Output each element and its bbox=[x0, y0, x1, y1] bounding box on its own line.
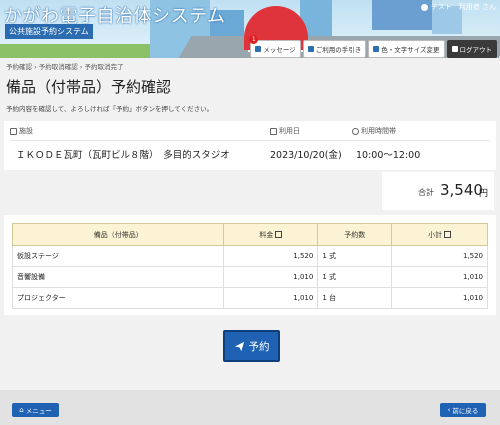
equipment-table: 備品（付帯品） 料金 予約数 小計 仮設ステージ 1,520 1 式 1,520… bbox=[11, 223, 488, 309]
footer-bar: ⌂ メニュー ‹ 前に戻る bbox=[0, 390, 500, 425]
display-settings-button[interactable]: 色・文字サイズ変更 bbox=[368, 40, 445, 58]
menu-button[interactable]: ⌂ メニュー bbox=[12, 403, 59, 417]
total-box: 合計 3,540 円 bbox=[382, 172, 494, 210]
header-buttons: 1 メッセージ ご利用の手引き 色・文字サイズ変更 ログアウト bbox=[249, 35, 497, 58]
cell-item: 音響設備 bbox=[11, 266, 225, 288]
palette-icon bbox=[373, 46, 380, 52]
column-header-subtotal[interactable]: 小計 bbox=[391, 223, 488, 246]
reserve-button[interactable]: 予約 bbox=[223, 330, 280, 362]
table-row: 音響設備 1,010 1 式 1,010 bbox=[11, 266, 488, 288]
reserve-label: 予約 bbox=[248, 340, 270, 353]
divider bbox=[10, 140, 490, 141]
message-badge: 1 bbox=[249, 35, 259, 44]
menu-label: メニュー bbox=[25, 407, 52, 415]
logout-button[interactable]: ログアウト bbox=[446, 40, 497, 58]
instruction-text: 予約内容を確認して、よろしければ「予約」ボタンを押してください。 bbox=[6, 105, 214, 113]
total-amount: 3,540 bbox=[440, 181, 483, 199]
cell-count: 1 式 bbox=[317, 245, 393, 267]
column-header-count: 予約数 bbox=[317, 223, 393, 246]
cell-item: プロジェクター bbox=[11, 287, 225, 309]
cell-fee: 1,520 bbox=[223, 245, 319, 267]
site-subtitle: 公共施設予約システム bbox=[5, 24, 93, 39]
date-label: 利用日 bbox=[270, 126, 300, 136]
cell-count: 1 台 bbox=[317, 287, 393, 309]
column-header-count-text: 予約数 bbox=[344, 230, 366, 239]
table-header-row: 備品（付帯品） 料金 予約数 小計 bbox=[11, 223, 488, 246]
user-icon bbox=[420, 3, 428, 11]
facility-label: 施設 bbox=[10, 126, 33, 136]
logout-icon bbox=[451, 46, 458, 52]
cell-count: 1 式 bbox=[317, 266, 393, 288]
guide-button[interactable]: ご利用の手引き bbox=[302, 40, 367, 58]
back-label: 前に戻る bbox=[452, 407, 479, 415]
total-label: 合計 bbox=[418, 188, 434, 197]
sort-icon bbox=[275, 231, 283, 238]
display-settings-label: 色・文字サイズ変更 bbox=[381, 46, 440, 54]
date-label-text: 利用日 bbox=[279, 127, 300, 135]
column-header-fee-text: 料金 bbox=[259, 230, 274, 239]
calendar-icon bbox=[270, 127, 277, 135]
guide-label: ご利用の手引き bbox=[315, 46, 362, 54]
message-button[interactable]: 1 メッセージ bbox=[249, 35, 301, 58]
time-value: 10:00～12:00 bbox=[356, 150, 421, 161]
cell-item: 仮設ステージ bbox=[11, 245, 225, 267]
chevron-left-icon: ‹ bbox=[447, 406, 451, 414]
cell-subtotal: 1,010 bbox=[391, 266, 488, 288]
breadcrumb[interactable]: 予約確認 › 予約取消確認 › 予約取消完了 bbox=[6, 61, 123, 71]
column-header-item-text: 備品（付帯品） bbox=[93, 230, 143, 239]
total-unit: 円 bbox=[479, 189, 489, 199]
message-label: メッセージ bbox=[263, 46, 296, 54]
clock-icon bbox=[352, 127, 359, 135]
user-name: テスト 利用者 さん bbox=[430, 3, 496, 11]
facility-value: ＩＫＯＤＥ瓦町（瓦町ビル８階） 多目的スタジオ bbox=[16, 150, 230, 161]
site-header: かがわ電子自治体システム 公共施設予約システム テスト 利用者 さん 1 メッセ… bbox=[0, 0, 500, 58]
time-label: 利用時間帯 bbox=[352, 126, 396, 136]
facility-label-text: 施設 bbox=[19, 127, 33, 135]
cell-fee: 1,010 bbox=[223, 266, 319, 288]
book-icon bbox=[307, 46, 314, 52]
column-header-fee[interactable]: 料金 bbox=[223, 223, 319, 246]
cell-subtotal: 1,010 bbox=[391, 287, 488, 309]
back-button[interactable]: ‹ 前に戻る bbox=[440, 403, 486, 417]
building-icon bbox=[10, 127, 17, 135]
time-label-text: 利用時間帯 bbox=[361, 127, 396, 135]
home-icon: ⌂ bbox=[19, 406, 24, 414]
logout-label: ログアウト bbox=[459, 46, 493, 54]
sort-icon bbox=[444, 231, 452, 238]
column-header-subtotal-text: 小計 bbox=[428, 230, 443, 239]
user-info: テスト 利用者 さん bbox=[420, 2, 496, 12]
column-header-item: 備品（付帯品） bbox=[11, 223, 225, 246]
cell-fee: 1,010 bbox=[223, 287, 319, 309]
equipment-table-card: 備品（付帯品） 料金 予約数 小計 仮設ステージ 1,520 1 式 1,520… bbox=[4, 215, 496, 315]
cell-subtotal: 1,520 bbox=[391, 245, 488, 267]
message-icon bbox=[255, 46, 262, 52]
table-row: 仮設ステージ 1,520 1 式 1,520 bbox=[11, 245, 488, 267]
facility-info-card: 施設 利用日 利用時間帯 ＩＫＯＤＥ瓦町（瓦町ビル８階） 多目的スタジオ 202… bbox=[4, 121, 496, 170]
send-icon bbox=[234, 341, 244, 351]
table-row: プロジェクター 1,010 1 台 1,010 bbox=[11, 287, 488, 309]
date-value: 2023/10/20(金) bbox=[270, 150, 342, 161]
page-title: 備品（付帯品）予約確認 bbox=[6, 78, 172, 96]
